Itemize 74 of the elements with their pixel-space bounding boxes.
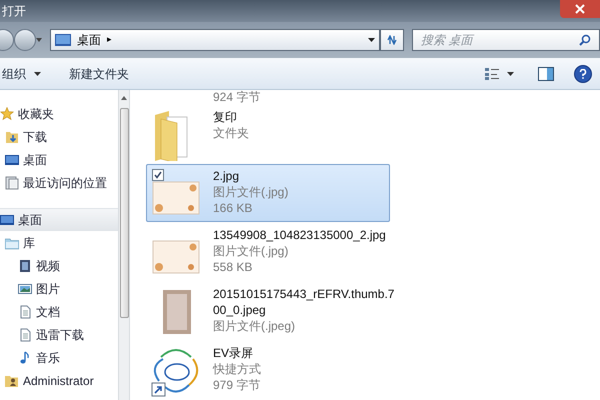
- file-item[interactable]: 13549908_104823135000_2.jpg 图片文件(.jpg) 558 KB: [146, 223, 390, 281]
- nav-item[interactable]: 桌面: [0, 148, 118, 171]
- close-button[interactable]: [560, 0, 600, 18]
- file-name: 2.jpg: [213, 168, 240, 184]
- search-field[interactable]: 搜索 桌面: [412, 29, 600, 51]
- nav-item[interactable]: 视频: [0, 254, 118, 277]
- caret-icon: [36, 38, 42, 42]
- nav-item[interactable]: 库: [0, 231, 118, 254]
- music-note-icon: [18, 350, 32, 364]
- recent-places-icon: [5, 176, 19, 190]
- window-title: 打开: [2, 3, 26, 20]
- dropdown-arrow-icon[interactable]: [368, 38, 375, 42]
- check-icon: [154, 171, 162, 179]
- breadcrumb-arrow[interactable]: ▸: [107, 33, 112, 47]
- file-item[interactable]: 924 字节: [146, 90, 390, 104]
- scrollbar-thumb[interactable]: [120, 108, 128, 318]
- file-size: 924 字节: [213, 91, 260, 103]
- file-name: 13549908_104823135000_2.jpg: [213, 227, 386, 243]
- file-size: 558 KB: [213, 259, 254, 275]
- file-name: 20151015175443_rEFRV.thumb.7: [213, 286, 394, 302]
- scrollbar[interactable]: [118, 90, 130, 400]
- address-text: 桌面: [77, 32, 101, 49]
- star-icon: [0, 106, 14, 120]
- file-type: 图片文件(.jpg): [213, 243, 290, 259]
- nav-item[interactable]: 音乐: [0, 346, 118, 369]
- file-item[interactable]: 复印 文件夹: [146, 105, 390, 163]
- search-icon: [579, 34, 591, 46]
- caret-icon: [507, 72, 514, 76]
- nav-item[interactable]: Administrator: [0, 369, 118, 392]
- folder-arrow-icon: [5, 130, 19, 144]
- nav-item[interactable]: 迅雷下载: [0, 323, 118, 346]
- file-name: 00_0.jpeg: [213, 302, 267, 318]
- file-size: 166 KB: [213, 200, 254, 216]
- picture-icon: [18, 282, 32, 296]
- close-icon: [575, 4, 585, 14]
- view-options-button[interactable]: [485, 68, 514, 80]
- new-folder-button[interactable]: 新建文件夹: [69, 64, 129, 82]
- nav-item[interactable]: 下载: [0, 125, 118, 148]
- document-icon: [18, 328, 32, 342]
- desktop-icon: [5, 152, 19, 166]
- help-button[interactable]: [574, 64, 592, 82]
- file-type: 快捷方式: [213, 361, 261, 377]
- preview-pane-icon: [538, 66, 554, 80]
- caret-icon: [34, 72, 41, 76]
- file-size: 979 字节: [213, 377, 261, 393]
- document-icon: [18, 304, 32, 318]
- forward-button[interactable]: [14, 29, 36, 51]
- file-type: 文件夹: [213, 125, 249, 141]
- nav-item[interactable]: 桌面: [0, 208, 118, 231]
- user-folder-icon: [5, 374, 19, 388]
- file-name: 复印: [213, 109, 238, 125]
- file-item[interactable]: 2.jpg 图片文件(.jpg) 166 KB: [146, 164, 390, 222]
- nav-item[interactable]: 图片: [0, 277, 118, 300]
- organize-menu[interactable]: 组织: [0, 64, 41, 82]
- preview-pane-button[interactable]: [538, 66, 554, 80]
- file-type: 图片文件(.jpeg): [213, 318, 296, 334]
- nav-item[interactable]: 最近访问的位置: [0, 171, 118, 194]
- refresh-icon: [386, 35, 398, 45]
- scroll-up-icon[interactable]: [121, 96, 127, 100]
- desktop-icon: [55, 34, 71, 46]
- refresh-button[interactable]: [380, 29, 404, 51]
- folder-icon: [5, 236, 19, 250]
- address-field[interactable]: 桌面 ▸: [50, 29, 380, 51]
- file-name: EV录屏: [213, 345, 254, 361]
- desktop-icon: [0, 212, 14, 226]
- nav-item[interactable]: 文档: [0, 300, 118, 323]
- search-input[interactable]: 搜索 桌面: [421, 31, 579, 49]
- film-icon: [18, 258, 32, 272]
- checkbox[interactable]: [152, 169, 164, 181]
- help-icon: [579, 68, 587, 78]
- view-list-icon: [485, 68, 499, 80]
- file-item[interactable]: EV录屏 快捷方式 979 字节: [146, 341, 390, 399]
- file-type: 图片文件(.jpg): [213, 184, 288, 200]
- nav-item[interactable]: 收藏夹: [0, 102, 118, 125]
